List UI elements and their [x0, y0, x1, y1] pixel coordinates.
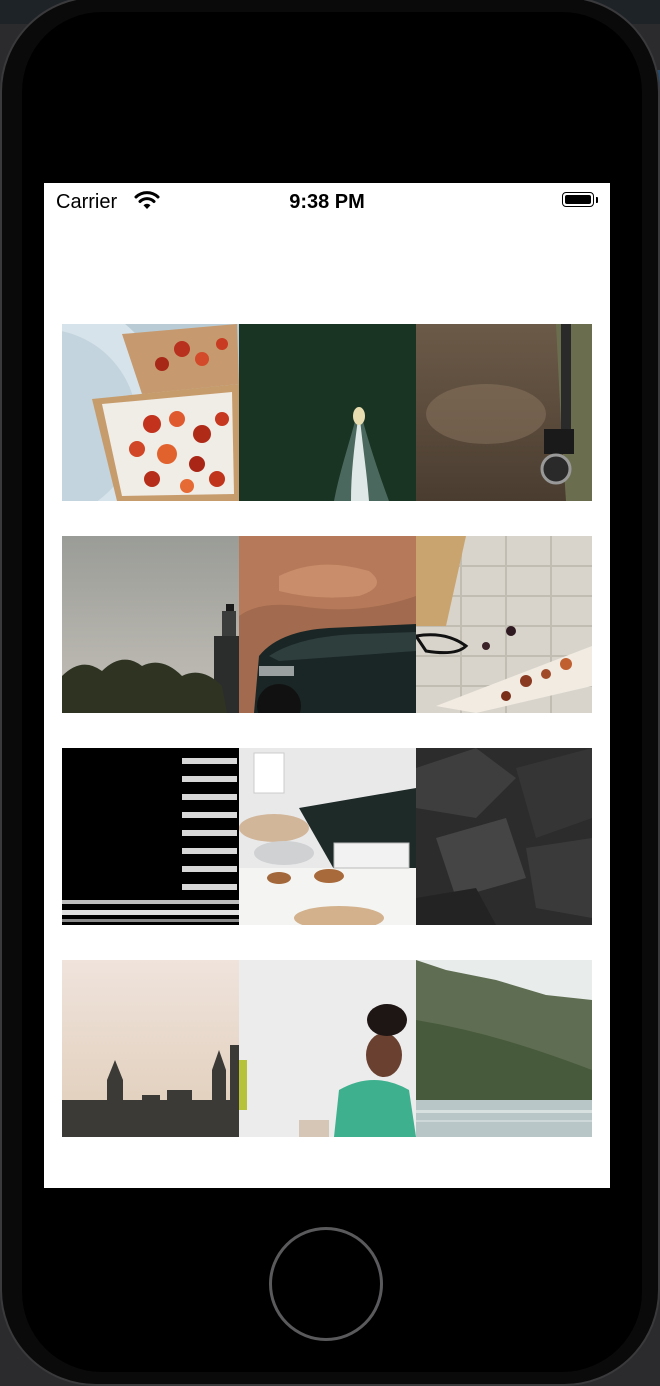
- phone-screen: Carrier 9:38 PM: [44, 183, 610, 1188]
- photo-row: [62, 960, 592, 1137]
- photo-row: [62, 536, 592, 713]
- photo-row: [62, 748, 592, 925]
- car-desert-photo[interactable]: [239, 536, 416, 713]
- battery-icon: [562, 192, 598, 209]
- kitchen-counter-photo[interactable]: [239, 748, 416, 925]
- pomegranate-toast-photo[interactable]: [62, 324, 239, 501]
- jet-ski-aerial-photo[interactable]: [239, 324, 416, 501]
- chocolate-bark-photo[interactable]: [416, 536, 592, 713]
- camera-strap-photo[interactable]: [416, 324, 592, 501]
- mountain-lake-photo[interactable]: [416, 960, 592, 1137]
- photo-row: [62, 324, 592, 501]
- laughing-woman-photo[interactable]: [239, 960, 416, 1137]
- city-skyline-photo[interactable]: [62, 960, 239, 1137]
- status-time: 9:38 PM: [289, 191, 365, 213]
- striped-abstract-photo[interactable]: [62, 748, 239, 925]
- status-bar: Carrier 9:38 PM: [44, 183, 610, 223]
- lighthouse-dusk-photo[interactable]: [62, 536, 239, 713]
- dark-rock-photo[interactable]: [416, 748, 592, 925]
- home-button[interactable]: [269, 1227, 383, 1341]
